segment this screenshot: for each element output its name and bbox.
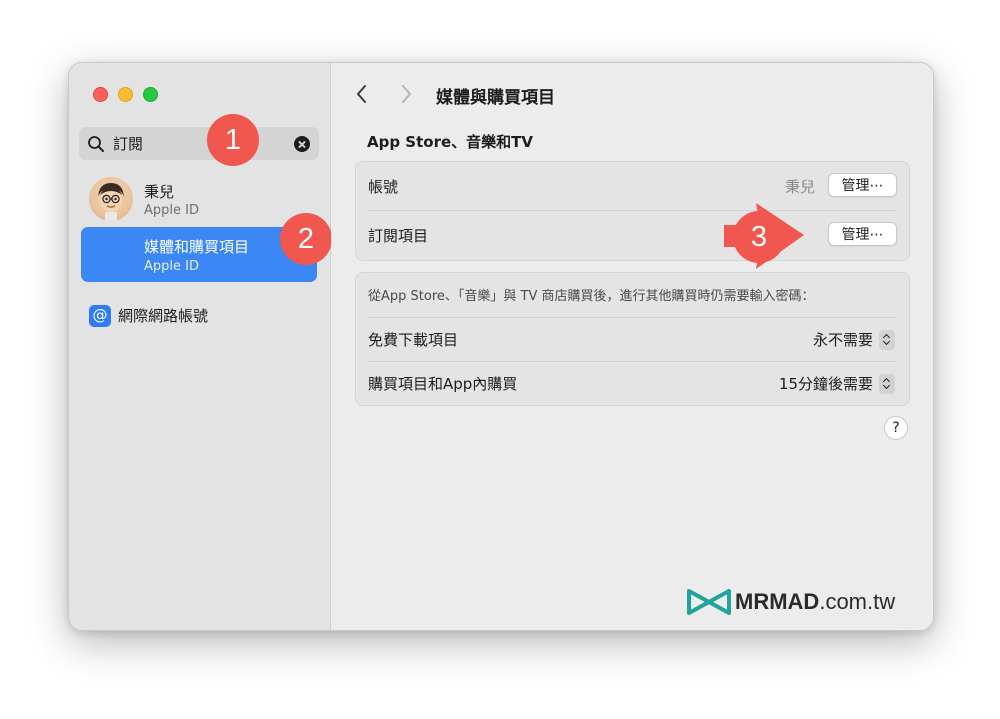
watermark-suffix: .com.tw — [819, 589, 896, 614]
mrmad-logo-icon — [687, 589, 731, 615]
page-title: 媒體與購買項目 — [436, 88, 555, 108]
section-title: App Store、音樂和TV — [367, 133, 533, 151]
search-input[interactable]: 訂閱 — [79, 127, 319, 160]
help-button[interactable]: ? — [884, 416, 908, 440]
settings-window: 訂閱 秉兒 Apple ID 媒體和購買項目 Apple ID @ 網際網路帳號… — [68, 62, 934, 631]
step-badge-1: 1 — [207, 114, 259, 166]
password-description: 從App Store、「音樂」與 TV 商店購買後，進行其他購買時仍需要輸入密碼… — [368, 289, 815, 304]
at-icon: @ — [89, 305, 111, 327]
account-card: 帳號 秉兒 管理⋯ 訂閱項目 管理⋯ — [355, 161, 910, 261]
subscriptions-label: 訂閱項目 — [368, 227, 429, 245]
minimize-window-button[interactable] — [118, 87, 133, 102]
manage-subscriptions-button[interactable]: 管理⋯ — [828, 222, 897, 246]
subscriptions-row: 訂閱項目 管理⋯ — [368, 211, 897, 259]
sidebar-item-apple-id[interactable]: 秉兒 Apple ID — [89, 175, 319, 227]
user-subtitle: Apple ID — [144, 203, 199, 218]
free-downloads-value[interactable]: 永不需要 — [813, 329, 873, 350]
step-badge-2: 2 — [280, 213, 332, 265]
manage-account-button[interactable]: 管理⋯ — [828, 173, 897, 197]
watermark-brand: MRMAD — [735, 589, 820, 614]
purchases-row: 購買項目和App內購買 15分鐘後需要 — [368, 362, 897, 405]
password-settings-card: 從App Store、「音樂」與 TV 商店購買後，進行其他購買時仍需要輸入密碼… — [355, 272, 910, 406]
sidebar-item-label: 網際網路帳號 — [118, 307, 209, 325]
search-value: 訂閱 — [113, 135, 144, 153]
chevron-updown-icon[interactable] — [879, 374, 895, 394]
account-value: 秉兒 — [784, 178, 815, 196]
purchases-label: 購買項目和App內購買 — [368, 375, 518, 393]
chevron-updown-icon[interactable] — [879, 330, 895, 350]
account-row: 帳號 秉兒 管理⋯ — [368, 162, 897, 210]
free-downloads-label: 免費下載項目 — [368, 331, 459, 349]
clear-search-icon[interactable] — [294, 136, 310, 152]
watermark-text: MRMAD.com.tw — [735, 589, 895, 615]
close-window-button[interactable] — [93, 87, 108, 102]
purchases-value[interactable]: 15分鐘後需要 — [779, 373, 873, 394]
main-content: 媒體與購買項目 App Store、音樂和TV 帳號 秉兒 管理⋯ 訂閱項目 管… — [331, 63, 933, 630]
sidebar-item-internet-accounts[interactable]: @ 網際網路帳號 — [89, 303, 319, 329]
avatar — [89, 177, 133, 221]
memoji-icon — [98, 183, 124, 221]
sidebar-item-label: 媒體和購買項目 — [144, 238, 250, 256]
user-name: 秉兒 — [144, 183, 175, 201]
sidebar-item-sublabel: Apple ID — [144, 259, 199, 274]
search-icon — [88, 136, 104, 152]
account-label: 帳號 — [368, 178, 399, 196]
zoom-window-button[interactable] — [143, 87, 158, 102]
sidebar: 訂閱 秉兒 Apple ID 媒體和購買項目 Apple ID @ 網際網路帳號… — [69, 63, 332, 630]
chevron-right-icon[interactable] — [399, 83, 413, 105]
chevron-left-icon[interactable] — [355, 83, 369, 105]
free-downloads-row: 免費下載項目 永不需要 — [368, 318, 897, 361]
step-badge-3: 3 — [733, 211, 785, 263]
traffic-lights — [93, 87, 158, 102]
